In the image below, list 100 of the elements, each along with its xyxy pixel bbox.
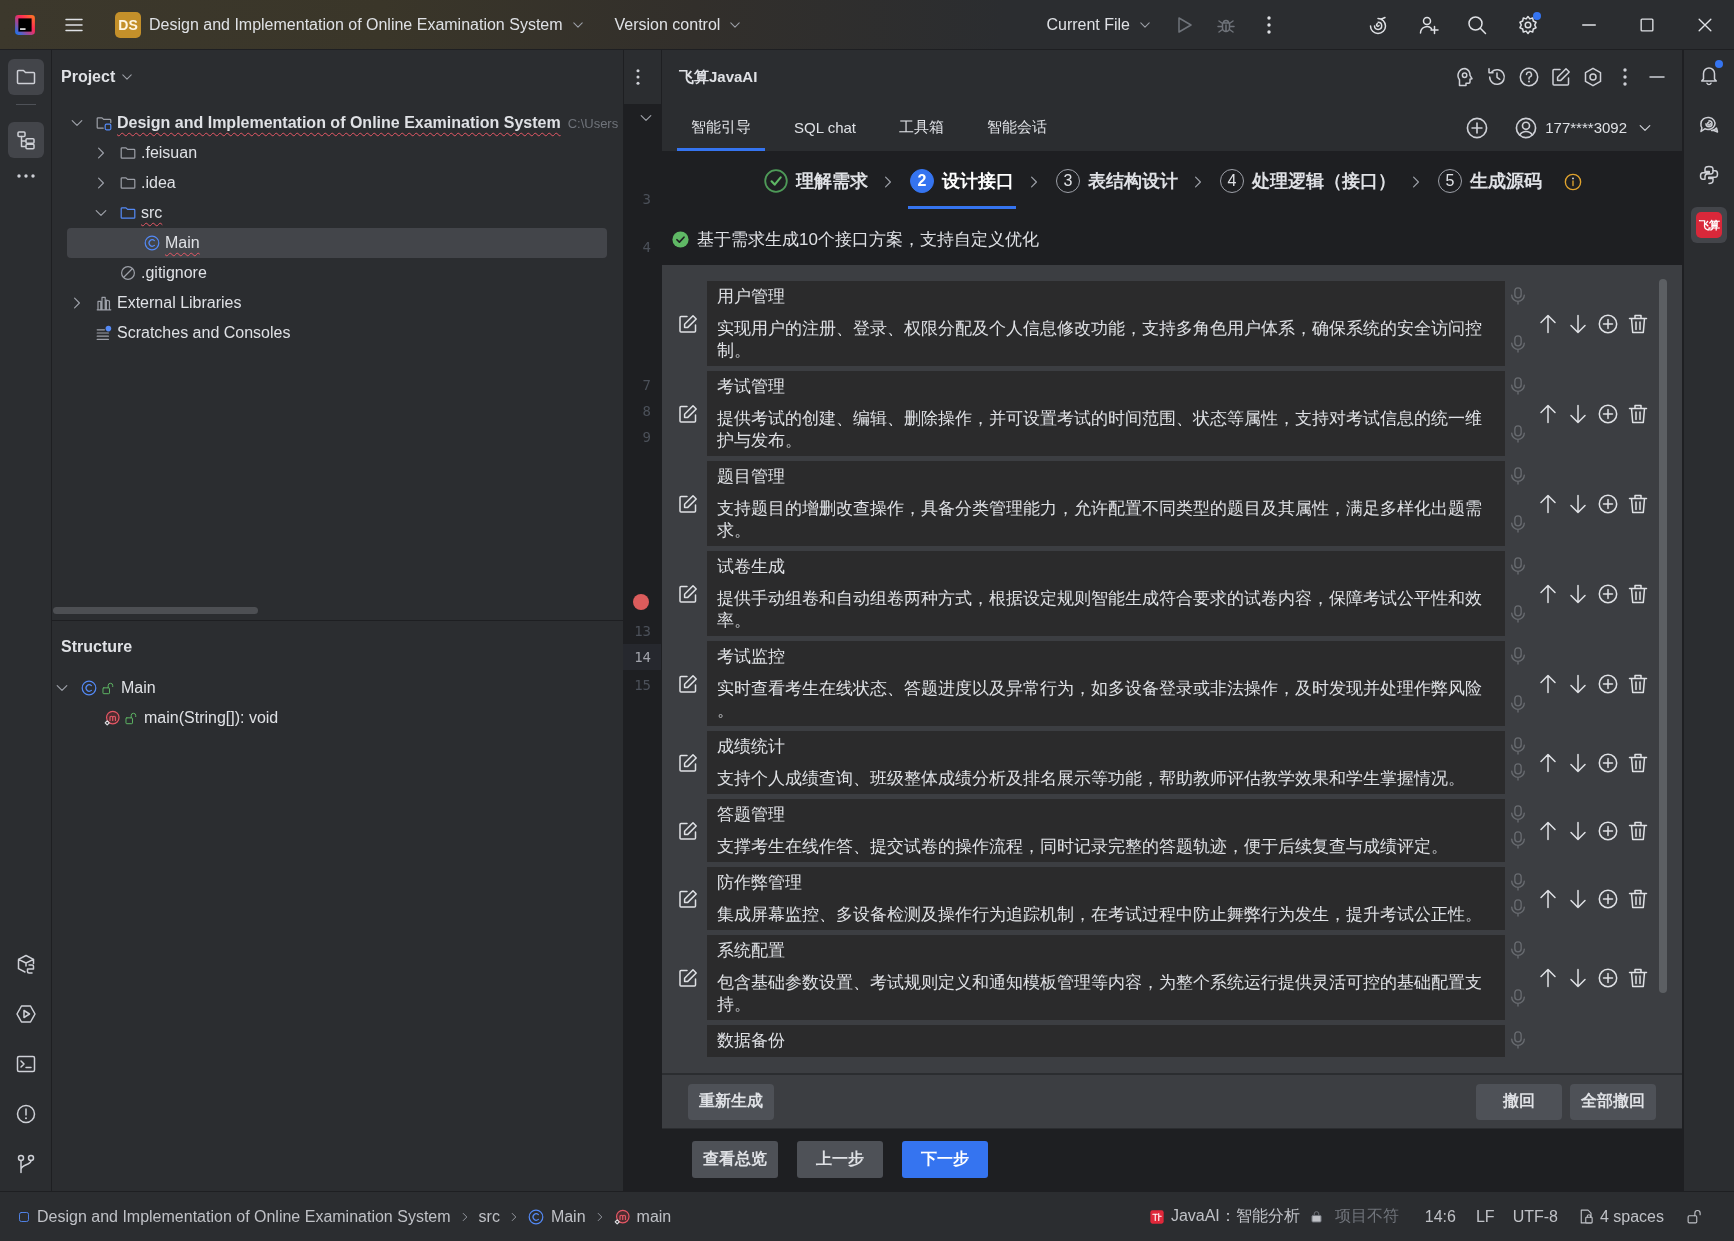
history-icon[interactable] <box>1487 67 1507 87</box>
structure-item[interactable]: Main <box>52 673 156 703</box>
arrow-down-icon[interactable] <box>1568 583 1588 604</box>
tab[interactable]: 智能引导 <box>677 104 765 151</box>
user-icon[interactable] <box>1515 116 1538 139</box>
breadcrumb[interactable]: src <box>478 1207 500 1226</box>
structure-icon[interactable] <box>15 130 36 150</box>
breakpoint-icon[interactable] <box>633 594 649 610</box>
wizard-step[interactable]: 3 表结构设计 <box>1054 151 1180 209</box>
account-name[interactable]: 177****3092 <box>1545 119 1627 136</box>
edit-icon[interactable] <box>678 888 698 909</box>
indent-setting[interactable]: 4 spaces <box>1599 1207 1664 1226</box>
bell-icon[interactable] <box>1699 65 1719 85</box>
footer-button[interactable]: 查看总览 <box>692 1141 778 1178</box>
edit-icon[interactable] <box>678 673 698 694</box>
arrow-up-icon[interactable] <box>1538 752 1558 773</box>
next-button[interactable]: 下一步 <box>902 1141 988 1178</box>
line-separator[interactable]: LF <box>1475 1207 1495 1226</box>
breadcrumb[interactable]: main <box>636 1207 672 1226</box>
action-button[interactable]: 撤回 <box>1476 1083 1562 1120</box>
search-icon[interactable] <box>1467 14 1487 35</box>
hexagon-play-icon[interactable] <box>15 1004 36 1024</box>
arrow-down-icon[interactable] <box>1568 967 1588 988</box>
tree-item[interactable]: .feisuan <box>67 138 198 168</box>
wizard-step[interactable]: 理解需求 <box>762 151 870 209</box>
head-icon[interactable] <box>1455 67 1475 87</box>
arrow-up-icon[interactable] <box>1538 888 1558 909</box>
arrow-down-icon[interactable] <box>1568 888 1588 909</box>
exclamation-icon[interactable] <box>15 1104 36 1124</box>
trash-icon[interactable] <box>1628 820 1648 841</box>
trash-icon[interactable] <box>1628 493 1648 514</box>
scrollbar-thumb[interactable] <box>53 607 258 614</box>
edit-icon[interactable] <box>678 583 698 604</box>
structure-item[interactable]: main(String[]): void <box>52 703 279 733</box>
edit-icon[interactable] <box>678 403 698 424</box>
arrow-down-icon[interactable] <box>1568 673 1588 694</box>
trash-icon[interactable] <box>1628 403 1648 424</box>
wizard-step[interactable]: 5 生成源码 <box>1436 151 1544 209</box>
run-configuration-selector[interactable]: Current File <box>1046 15 1152 34</box>
structure-tool-button[interactable] <box>7 122 44 158</box>
trash-icon[interactable] <box>1628 583 1648 604</box>
tab[interactable]: 智能会话 <box>973 104 1061 151</box>
ai-status[interactable]: JavaAI：智能分析 <box>1170 1206 1300 1227</box>
help-icon[interactable] <box>1519 67 1539 87</box>
maximize-icon[interactable] <box>1638 15 1656 34</box>
tree-item[interactable]: src <box>67 198 163 228</box>
trash-icon[interactable] <box>1628 673 1648 694</box>
branch-icon[interactable] <box>15 1154 36 1174</box>
wizard-step[interactable]: 4 处理逻辑（接口） <box>1218 151 1398 209</box>
add-user-icon[interactable] <box>1419 14 1439 35</box>
spiral-icon[interactable] <box>1368 14 1388 35</box>
arrow-up-icon[interactable] <box>1538 313 1558 334</box>
tab[interactable]: SQL chat <box>780 104 870 151</box>
tree-item[interactable]: Design and Implementation of Online Examination System C:\Users <box>67 108 619 138</box>
trash-icon[interactable] <box>1628 313 1648 334</box>
package-icon[interactable] <box>15 954 36 974</box>
arrow-down-icon[interactable] <box>1568 403 1588 424</box>
arrow-down-icon[interactable] <box>1568 752 1588 773</box>
breadcrumb[interactable]: Design and Implementation of Online Examination System <box>37 1207 451 1226</box>
edit-icon[interactable] <box>678 493 698 514</box>
arrow-up-icon[interactable] <box>1538 583 1558 604</box>
project-tool-button[interactable] <box>7 59 44 95</box>
edit-icon[interactable] <box>678 313 698 334</box>
plus-circle-icon[interactable] <box>1598 313 1618 334</box>
unlocked-icon[interactable] <box>1687 1209 1702 1224</box>
edit-icon[interactable] <box>678 967 698 988</box>
tab[interactable]: 工具箱 <box>885 104 958 151</box>
action-button[interactable]: 全部撤回 <box>1570 1083 1656 1120</box>
caret-position[interactable]: 14:6 <box>1424 1207 1456 1226</box>
arrow-down-icon[interactable] <box>1568 820 1588 841</box>
tree-item[interactable]: External Libraries <box>67 288 242 318</box>
info-icon[interactable] <box>1564 172 1582 191</box>
plus-circle-icon[interactable] <box>1598 752 1618 773</box>
plus-circle-icon[interactable] <box>1466 116 1489 139</box>
arrow-up-icon[interactable] <box>1538 493 1558 514</box>
plus-circle-icon[interactable] <box>1598 888 1618 909</box>
arrow-up-icon[interactable] <box>1538 403 1558 424</box>
plus-circle-icon[interactable] <box>1598 493 1618 514</box>
edit-icon[interactable] <box>678 752 698 773</box>
wizard-step[interactable]: 2 设计接口 <box>908 151 1016 209</box>
plus-circle-icon[interactable] <box>1598 403 1618 424</box>
edit-icon[interactable] <box>1551 67 1571 87</box>
version-control-menu[interactable]: Version control <box>614 15 743 34</box>
breadcrumb[interactable]: Main <box>550 1207 586 1226</box>
scrollbar-thumb[interactable] <box>1659 279 1667 993</box>
tree-item[interactable]: .gitignore <box>67 258 207 288</box>
python-icon[interactable] <box>1699 165 1719 185</box>
plus-circle-icon[interactable] <box>1598 583 1618 604</box>
plus-circle-icon[interactable] <box>1598 673 1618 694</box>
arrow-up-icon[interactable] <box>1538 820 1558 841</box>
arrow-up-icon[interactable] <box>1538 673 1558 694</box>
settings-icon[interactable] <box>1518 14 1538 35</box>
tree-item[interactable]: Main <box>67 228 607 258</box>
folder-icon[interactable] <box>15 67 36 87</box>
action-button[interactable]: 重新生成 <box>688 1083 774 1120</box>
terminal-icon[interactable] <box>15 1054 36 1074</box>
trash-icon[interactable] <box>1628 752 1648 773</box>
tree-item[interactable]: Scratches and Consoles <box>67 318 291 348</box>
arrow-down-icon[interactable] <box>1568 493 1588 514</box>
trash-icon[interactable] <box>1628 967 1648 988</box>
